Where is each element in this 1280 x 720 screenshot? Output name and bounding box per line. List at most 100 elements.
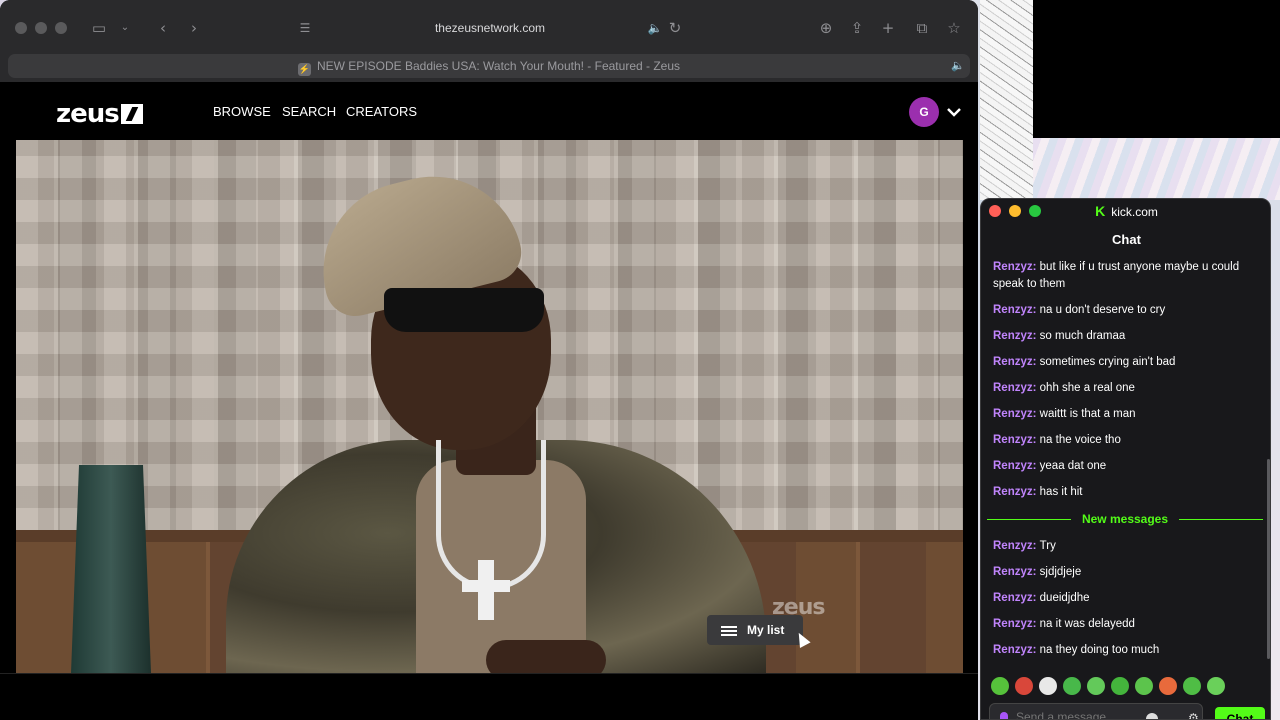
- chat-message-text: na the voice tho: [1039, 434, 1121, 446]
- chat-message: Renzyz: na they doing too much: [993, 644, 1160, 656]
- chat-scrollbar[interactable]: [1267, 459, 1270, 659]
- video-person-hands: [486, 640, 606, 673]
- chat-message: Renzyz: so much dramaa: [993, 330, 1126, 342]
- chat-username[interactable]: Renzyz: [993, 408, 1033, 420]
- chat-message-text: ohh she a real one: [1039, 382, 1135, 394]
- below-video-strip: [0, 673, 978, 720]
- tab-active[interactable]: ⚡ NEW EPISODE Baddies USA: Watch Your Mou…: [8, 54, 970, 78]
- nav-search[interactable]: SEARCH: [282, 104, 336, 120]
- chat-message-text: sometimes crying ain't bad: [1039, 356, 1176, 368]
- chat-username[interactable]: Renzyz: [993, 592, 1033, 604]
- my-list-button[interactable]: My list: [707, 615, 803, 645]
- chevron-down-icon[interactable]: [945, 100, 963, 124]
- chat-username[interactable]: Renzyz: [993, 486, 1033, 498]
- chat-username[interactable]: Renzyz: [993, 644, 1033, 656]
- video-player[interactable]: zeus: [16, 140, 963, 673]
- tab-title: ⚡ NEW EPISODE Baddies USA: Watch Your Mou…: [8, 54, 970, 78]
- chevron-down-icon[interactable]: ⌄: [115, 18, 135, 38]
- chat-header: Chat: [1112, 232, 1141, 247]
- chat-message: Renzyz: ohh she a real one: [993, 382, 1135, 394]
- nav-browse[interactable]: BROWSE: [213, 104, 271, 120]
- chat-username[interactable]: Renzyz: [993, 261, 1033, 273]
- emote-icon[interactable]: [991, 677, 1009, 695]
- emote-icon[interactable]: [1183, 677, 1201, 695]
- kick-logo-icon: K: [1095, 203, 1106, 219]
- chat-username[interactable]: Renzyz: [993, 540, 1033, 552]
- new-messages-divider: New messages: [987, 510, 1269, 528]
- list-icon: [721, 626, 737, 636]
- forward-icon[interactable]: ›: [184, 18, 204, 38]
- chat-message: Renzyz: yeaa dat one: [993, 460, 1107, 472]
- tab-title-text: NEW EPISODE Baddies USA: Watch Your Mout…: [316, 59, 681, 73]
- chat-message-text: waittt is that a man: [1039, 408, 1136, 420]
- emote-icon[interactable]: [1159, 677, 1177, 695]
- chat-message-list[interactable]: Renzyz: but like if u trust anyone maybe…: [987, 259, 1263, 668]
- emote-icon[interactable]: [1087, 677, 1105, 695]
- zoom-window-button[interactable]: [55, 22, 67, 34]
- speaker-icon[interactable]: 🔈: [645, 18, 665, 38]
- emote-icon[interactable]: [1015, 677, 1033, 695]
- chat-username[interactable]: Renzyz: [993, 618, 1033, 630]
- chat-username[interactable]: Renzyz: [993, 460, 1033, 472]
- chat-username[interactable]: Renzyz: [993, 356, 1033, 368]
- chat-input-box[interactable]: [989, 703, 1203, 719]
- tab-bar: ⚡ NEW EPISODE Baddies USA: Watch Your Mou…: [0, 52, 978, 82]
- chat-message: Renzyz: na u don't deserve to cry: [993, 304, 1166, 316]
- desktop-artwork-strip: [1033, 138, 1280, 200]
- download-icon[interactable]: ⊕: [816, 18, 836, 38]
- chat-message-text: na it was delayedd: [1039, 618, 1135, 630]
- chat-username[interactable]: Renzyz: [993, 330, 1033, 342]
- new-tab-icon[interactable]: +: [878, 18, 898, 38]
- emote-icon[interactable]: [1063, 677, 1081, 695]
- chat-titlebar: Kkick.com: [981, 199, 1270, 225]
- close-window-button[interactable]: [15, 22, 27, 34]
- chat-username[interactable]: Renzyz: [993, 304, 1033, 316]
- tab-speaker-icon[interactable]: 🔈: [948, 56, 968, 76]
- tabs-overview-icon[interactable]: ⧉: [912, 18, 932, 38]
- browser-toolbar: ▭ ⌄ ‹ › ☰ thezeusnetwork.com 🔈 ↻ ⊕ ⇪ + ⧉…: [0, 0, 978, 52]
- logo-bolt: [120, 104, 143, 124]
- chat-message: Renzyz: waittt is that a man: [993, 408, 1136, 420]
- mic-icon[interactable]: [1000, 712, 1008, 719]
- emote-icon[interactable]: [1207, 677, 1225, 695]
- reload-icon[interactable]: ↻: [665, 18, 685, 38]
- chat-message-input[interactable]: [1016, 710, 1166, 719]
- chat-message: Renzyz: Try: [993, 540, 1056, 552]
- user-avatar[interactable]: G: [909, 97, 939, 127]
- emote-icon[interactable]: [1135, 677, 1153, 695]
- share-icon[interactable]: ⇪: [847, 18, 867, 38]
- chat-username[interactable]: Renzyz: [993, 382, 1033, 394]
- video-vase: [71, 465, 151, 673]
- chat-message-text: na they doing too much: [1039, 644, 1160, 656]
- safari-window: ▭ ⌄ ‹ › ☰ thezeusnetwork.com 🔈 ↻ ⊕ ⇪ + ⧉…: [0, 0, 978, 720]
- zeus-site: zeus BROWSE SEARCH CREATORS G zeus: [0, 82, 978, 720]
- chat-username[interactable]: Renzyz: [993, 566, 1033, 578]
- video-person-sunglasses: [384, 288, 544, 332]
- emote-icon[interactable]: [1039, 677, 1057, 695]
- chat-message: Renzyz: sjdjdjeje: [993, 566, 1082, 578]
- desktop-dark-window: [1033, 0, 1280, 138]
- gear-icon[interactable]: ⚙: [1188, 711, 1199, 719]
- sidebar-icon[interactable]: ▭: [89, 18, 109, 38]
- bookmark-icon[interactable]: ☆: [944, 18, 964, 38]
- chat-message-text: na u don't deserve to cry: [1039, 304, 1166, 316]
- chat-username[interactable]: Renzyz: [993, 434, 1033, 446]
- chat-message: Renzyz: na the voice tho: [993, 434, 1121, 446]
- back-icon[interactable]: ‹: [153, 18, 173, 38]
- address-bar[interactable]: thezeusnetwork.com: [340, 18, 640, 38]
- chat-message: Renzyz: sometimes crying ain't bad: [993, 356, 1176, 368]
- reader-icon[interactable]: ☰: [295, 18, 315, 38]
- chat-message: Renzyz: dueidjdhe: [993, 592, 1090, 604]
- chat-message-text: so much dramaa: [1039, 330, 1126, 342]
- send-chat-button[interactable]: Chat: [1215, 707, 1265, 719]
- chat-message-text: has it hit: [1039, 486, 1083, 498]
- video-cross-bar: [462, 580, 510, 592]
- emoji-icon[interactable]: [1146, 713, 1158, 719]
- chat-message: Renzyz: but like if u trust anyone maybe…: [993, 261, 1240, 290]
- emote-icon[interactable]: [1111, 677, 1129, 695]
- emote-bar: [991, 677, 1261, 699]
- chat-message-text: Try: [1039, 540, 1056, 552]
- minimize-window-button[interactable]: [35, 22, 47, 34]
- zeus-logo[interactable]: zeus: [56, 99, 143, 129]
- nav-creators[interactable]: CREATORS: [346, 104, 417, 120]
